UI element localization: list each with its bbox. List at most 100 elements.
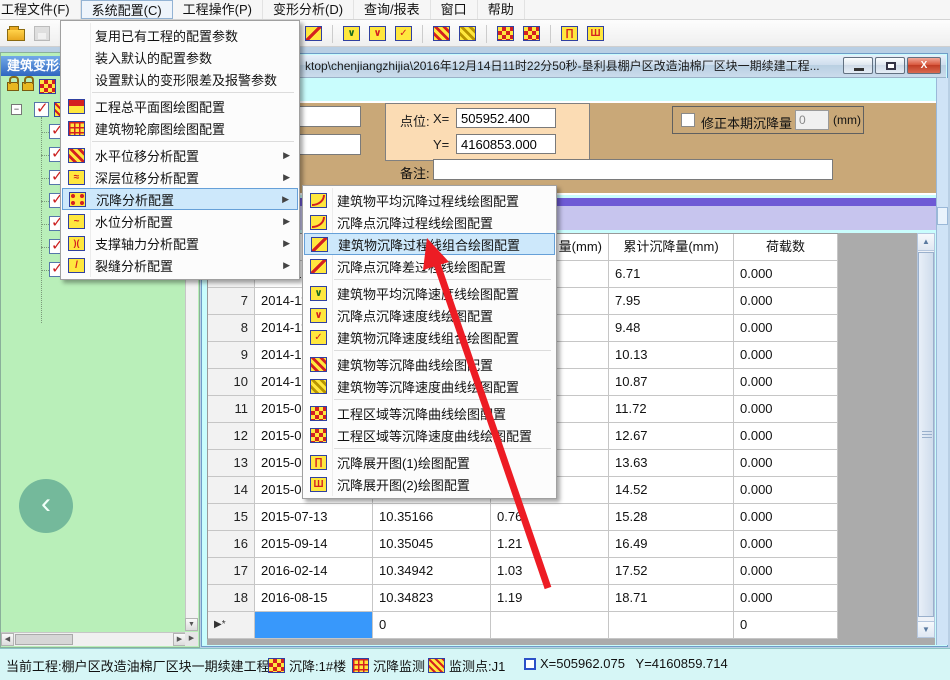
close-button[interactable]: X [907, 57, 941, 74]
table-cell[interactable] [609, 612, 734, 639]
menu-item-region-iso-velocity-config[interactable]: 工程区域等沉降速度曲线绘图配置 [304, 424, 555, 446]
table-cell[interactable]: 14 [208, 477, 255, 504]
menubar-item-6[interactable]: 窗口 [431, 0, 478, 19]
table-cell[interactable]: 13.63 [609, 450, 734, 477]
menubar-item-7[interactable]: 帮助 [478, 0, 525, 19]
menu-item-default-tolerance-alarm-config[interactable]: 设置默认的变形限差及报警参数 [62, 68, 298, 90]
menu-item-building-outline-drawing-config[interactable]: 建筑物轮廓图绘图配置 [62, 117, 298, 139]
table-cell[interactable]: 7 [208, 288, 255, 315]
menu-item-reuse-project-config[interactable]: 复用已有工程的配置参数 [62, 24, 298, 46]
region-iso-settlement-config-button[interactable] [495, 23, 516, 44]
open-project-button[interactable] [5, 23, 26, 44]
table-cell[interactable]: 0.000 [734, 450, 838, 477]
menu-item-building-velocity-combo-config[interactable]: 建筑物沉降速度线组合绘图配置 [304, 326, 555, 348]
tree-expand-toggle[interactable]: − [11, 104, 22, 115]
table-cell[interactable]: 10.35166 [373, 504, 491, 531]
menu-item-building-iso-settlement-config[interactable]: 建筑物等沉降曲线绘图配置 [304, 353, 555, 375]
building-iso-settlement-config-button[interactable] [431, 23, 452, 44]
table-cell[interactable]: 0.000 [734, 369, 838, 396]
menu-item-deep-displacement-config[interactable]: 深层位移分析配置▶ [62, 166, 298, 188]
menu-item-point-velocity-config[interactable]: 沉降点沉降速度线绘图配置 [304, 304, 555, 326]
table-cell[interactable]: 9 [208, 342, 255, 369]
table-cell[interactable]: 0.000 [734, 396, 838, 423]
table-vertical-scrollbar[interactable]: ▲ ▼ [917, 233, 935, 638]
tree-node-checkbox[interactable] [34, 102, 49, 117]
menubar-item-3[interactable]: 工程操作(P) [173, 0, 263, 19]
table-cell[interactable] [491, 612, 609, 639]
settlement-expand-1-config-button[interactable] [559, 23, 580, 44]
menu-item-building-avg-settlement-curve-config[interactable]: 建筑物平均沉降过程线绘图配置 [304, 189, 555, 211]
table-cell[interactable]: 0.000 [734, 504, 838, 531]
scrollbar-thumb[interactable] [918, 252, 934, 617]
remark-field[interactable] [433, 159, 833, 180]
table-cell[interactable]: 6.71 [609, 261, 734, 288]
table-cell[interactable]: 0.000 [734, 558, 838, 585]
table-cell[interactable]: 17 [208, 558, 255, 585]
table-cell[interactable]: ▶* [208, 612, 255, 639]
window-vertical-scrollbar[interactable] [936, 78, 948, 645]
table-cell[interactable]: 2016-08-15 [255, 585, 373, 612]
scroll-up-icon[interactable]: ▲ [918, 234, 934, 251]
region-iso-velocity-config-button[interactable] [521, 23, 542, 44]
scroll-right-corner-icon[interactable]: ▶ [185, 632, 198, 646]
table-cell[interactable]: 10.34823 [373, 585, 491, 612]
table-cell[interactable]: 1.03 [491, 558, 609, 585]
menubar-item-1[interactable]: 工程文件(F) [0, 0, 81, 19]
restore-button[interactable] [875, 57, 905, 74]
table-cell[interactable] [255, 612, 373, 639]
x-coordinate-field[interactable] [456, 108, 556, 128]
table-cell[interactable]: 7.95 [609, 288, 734, 315]
table-cell[interactable]: 10.13 [609, 342, 734, 369]
table-cell[interactable]: 18.71 [609, 585, 734, 612]
table-cell[interactable]: 16 [208, 531, 255, 558]
menu-item-building-iso-velocity-config[interactable]: 建筑物等沉降速度曲线绘图配置 [304, 375, 555, 397]
table-cell[interactable]: 15.28 [609, 504, 734, 531]
scrollbar-thumb[interactable] [15, 634, 73, 645]
table-cell[interactable]: 18 [208, 585, 255, 612]
avg-settlement-velocity-config-button[interactable] [341, 23, 362, 44]
table-cell[interactable]: 0.000 [734, 531, 838, 558]
point-settlement-velocity-config-button[interactable] [367, 23, 388, 44]
table-cell[interactable]: 0.76 [491, 504, 609, 531]
table-cell[interactable]: 14.52 [609, 477, 734, 504]
table-cell[interactable]: 0.000 [734, 585, 838, 612]
scroll-left-icon[interactable]: ◀ [1, 633, 14, 646]
menu-item-point-settlement-diff-curve-config[interactable]: 沉降点沉降差过程线绘图配置 [304, 255, 555, 277]
menu-item-axial-force-config[interactable]: 支撑轴力分析配置▶ [62, 232, 298, 254]
y-coordinate-field[interactable] [456, 134, 556, 154]
table-cell[interactable]: 10.35045 [373, 531, 491, 558]
scrollbar-thumb[interactable] [937, 207, 948, 225]
point-settlement-diff-curve-config-button[interactable] [303, 23, 324, 44]
table-cell[interactable]: 0.000 [734, 477, 838, 504]
menu-item-settlement-expand-2-config[interactable]: 沉降展开图(2)绘图配置 [304, 473, 555, 495]
table-cell[interactable]: 12 [208, 423, 255, 450]
table-cell[interactable]: 8 [208, 315, 255, 342]
tree-horizontal-scrollbar[interactable]: ◀ ▶ [1, 632, 186, 646]
table-cell[interactable]: 13 [208, 450, 255, 477]
menu-item-region-iso-settlement-config[interactable]: 工程区域等沉降曲线绘图配置 [304, 402, 555, 424]
table-cell[interactable]: 0.000 [734, 423, 838, 450]
correction-checkbox[interactable] [681, 113, 695, 127]
menubar-item-2[interactable]: 系统配置(C) [81, 0, 173, 19]
menu-item-horizontal-displacement-config[interactable]: 水平位移分析配置▶ [62, 144, 298, 166]
building-iso-velocity-config-button[interactable] [457, 23, 478, 44]
menubar-item-5[interactable]: 查询/报表 [354, 0, 431, 19]
table-cell[interactable]: 10.87 [609, 369, 734, 396]
menu-item-settlement-expand-1-config[interactable]: 沉降展开图(1)绘图配置 [304, 451, 555, 473]
menu-item-point-settlement-curve-config[interactable]: 沉降点沉降过程线绘图配置 [304, 211, 555, 233]
table-cell[interactable]: 0.000 [734, 342, 838, 369]
menu-item-building-settlement-curve-combo-config[interactable]: 建筑物沉降过程线组合绘图配置 [304, 233, 555, 255]
building-settlement-velocity-combo-config-button[interactable] [393, 23, 414, 44]
table-cell[interactable]: 11 [208, 396, 255, 423]
table-cell[interactable]: 2016-02-14 [255, 558, 373, 585]
settlement-expand-2-config-button[interactable] [585, 23, 606, 44]
table-cell[interactable]: 2015-09-14 [255, 531, 373, 558]
table-cell[interactable]: 2015-07-13 [255, 504, 373, 531]
scroll-down-icon[interactable]: ▼ [918, 621, 934, 638]
table-cell[interactable]: 11.72 [609, 396, 734, 423]
menu-item-crack-analysis-config[interactable]: 裂缝分析配置▶ [62, 254, 298, 276]
menu-item-project-plan-drawing-config[interactable]: 工程总平面图绘图配置 [62, 95, 298, 117]
table-cell[interactable]: 9.48 [609, 315, 734, 342]
menu-item-settlement-analysis-config[interactable]: 沉降分析配置▶ [62, 188, 298, 210]
table-cell[interactable]: 10.34942 [373, 558, 491, 585]
